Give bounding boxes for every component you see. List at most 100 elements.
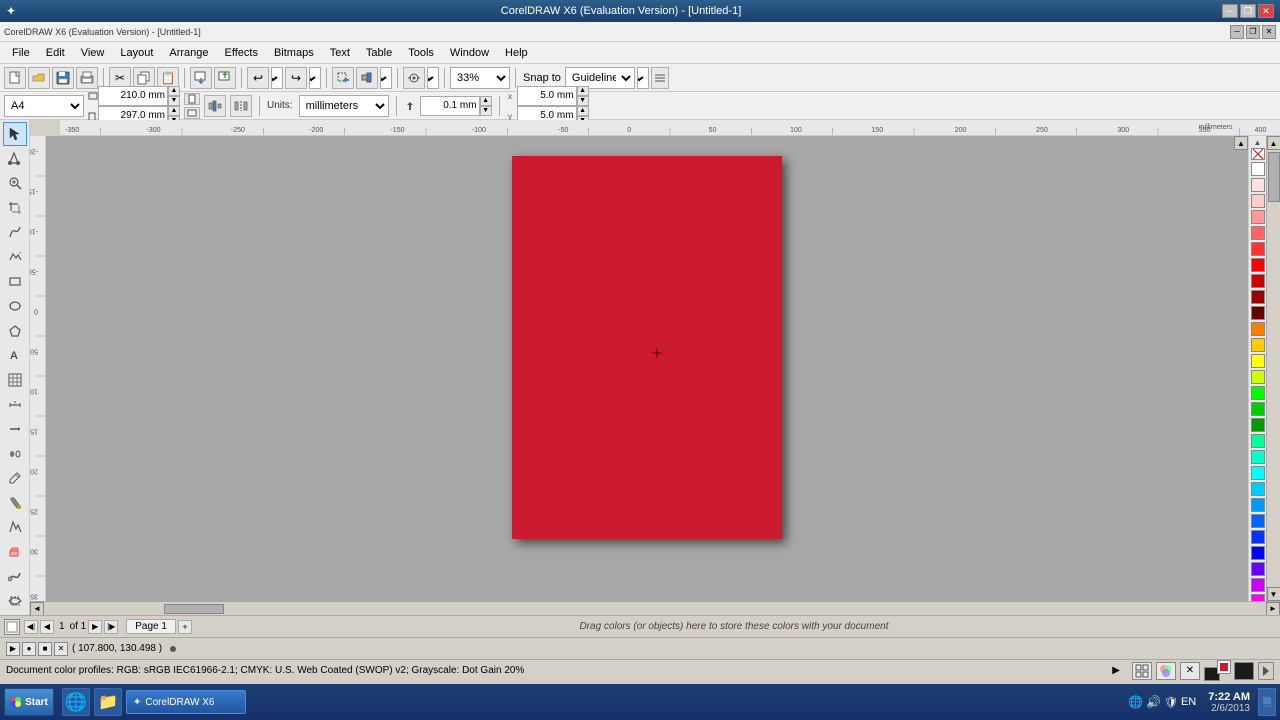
view-options[interactable] [651,67,669,89]
page-tab[interactable]: Page 1 [126,619,176,634]
menu-view[interactable]: View [73,45,113,61]
menu-window[interactable]: Window [442,45,497,61]
tray-icon-4[interactable]: EN [1181,696,1196,708]
last-page-btn[interactable]: |▶ [104,620,118,634]
smear-tool-btn[interactable] [3,565,27,589]
color-swatch-8[interactable] [1251,306,1265,320]
color-swatch-21[interactable] [1251,514,1265,528]
palette-scroll-up[interactable]: ▲ [1249,138,1266,147]
smart-tool-btn[interactable] [3,245,27,269]
menu-arrange[interactable]: Arrange [161,45,216,61]
transform-button[interactable] [332,67,354,89]
color-swatch-11[interactable] [1251,354,1265,368]
crop-tool-btn[interactable] [3,196,27,220]
shape-tool-btn[interactable] [3,147,27,171]
ie-taskbar-btn[interactable]: 🌐 [62,688,90,716]
prev-page-btn[interactable]: ◀ [40,620,54,634]
open-button[interactable] [28,67,50,89]
units-select[interactable]: millimeters [299,95,389,117]
connector-tool-btn[interactable] [3,417,27,441]
color-swatch-10[interactable] [1251,338,1265,352]
landscape-button[interactable] [184,107,200,119]
color-swatch-4[interactable] [1251,242,1265,256]
eraser-tool-btn[interactable] [3,540,27,564]
scroll-up-button[interactable]: ▲ [1267,136,1280,150]
grid-btn[interactable] [1132,662,1152,680]
color-swatch-25[interactable] [1251,578,1265,592]
h-scroll-track[interactable] [44,602,1266,615]
minimize-button[interactable]: ─ [1222,4,1238,18]
menu-edit[interactable]: Edit [38,45,73,61]
stop-btn[interactable]: ■ [38,642,52,656]
tray-icon-3[interactable]: 🛡 [1164,696,1178,709]
scroll-up-btn[interactable]: ▲ [1234,136,1248,150]
color-swatch-22[interactable] [1251,530,1265,544]
color-swatch-17[interactable] [1251,450,1265,464]
align-button[interactable] [356,67,378,89]
nudge-up[interactable]: ▲ [480,96,492,106]
color-swatch-14[interactable] [1251,402,1265,416]
scroll-thumb-v[interactable] [1268,152,1280,202]
snap-dropdown[interactable] [427,67,439,89]
menu-help[interactable]: Help [497,45,536,61]
current-outline-swatch[interactable] [1218,661,1230,673]
coreldraw-taskbar-btn[interactable]: ✦ CorelDRAW X6 [126,690,246,714]
height-up[interactable]: ▲ [168,106,180,116]
pick-tool-btn[interactable] [3,122,27,146]
undo-button[interactable]: ↩ [247,67,269,89]
x-coord-input[interactable] [517,86,577,106]
black-swatch[interactable] [1234,662,1254,680]
tray-icon-1[interactable]: 🌐 [1128,695,1143,709]
export-button[interactable] [214,67,236,89]
start-button[interactable]: Start [4,688,54,716]
color-swatch-6[interactable] [1251,274,1265,288]
polygon-tool-btn[interactable] [3,319,27,343]
color-swatch-23[interactable] [1251,546,1265,560]
nudge-down[interactable]: ▼ [480,106,492,116]
snap-button[interactable] [403,67,425,89]
color-swatch-15[interactable] [1251,418,1265,432]
new-button[interactable] [4,67,26,89]
close-button[interactable]: ✕ [1258,4,1274,18]
show-desktop-btn[interactable] [1258,688,1276,716]
expand-icon[interactable]: ▶ [1112,665,1120,676]
color-swatch-13[interactable] [1251,386,1265,400]
fill-tool-btn[interactable] [3,491,27,515]
freehand-tool-btn[interactable] [3,220,27,244]
outline-tool-btn[interactable] [3,516,27,540]
color-swatch-26[interactable] [1251,594,1265,601]
align-dropdown[interactable] [380,67,392,89]
rect-tool-btn[interactable] [3,270,27,294]
x-close-proof[interactable]: ✕ [1180,662,1200,680]
zoom-tool-btn[interactable] [3,171,27,195]
color-swatch-3[interactable] [1251,226,1265,240]
tray-icon-2[interactable]: 🔊 [1146,695,1161,709]
close-macro-btn[interactable]: ✕ [54,642,68,656]
menu-effects[interactable]: Effects [217,45,266,61]
explorer-taskbar-btn[interactable]: 📁 [94,688,122,716]
menu-bitmaps[interactable]: Bitmaps [266,45,322,61]
color-swatch-20[interactable] [1251,498,1265,512]
add-page-btn[interactable]: + [178,620,192,634]
no-fill-swatch[interactable] [1251,148,1265,160]
restore-button[interactable]: ❐ [1240,4,1256,18]
scroll-track-v[interactable] [1267,150,1280,587]
expand-panel-btn[interactable] [1258,662,1274,680]
text-tool-btn[interactable]: A [3,343,27,367]
canvas[interactable]: ▲ [46,136,1248,601]
menu-layout[interactable]: Layout [112,45,161,61]
y-up[interactable]: ▲ [577,106,589,116]
snap-options[interactable] [637,67,649,89]
portrait-button[interactable] [184,93,200,105]
h-scroll-thumb[interactable] [164,604,224,614]
nudge-input[interactable] [420,96,480,116]
page-settings-btn[interactable] [4,619,20,635]
color-proof-btn[interactable] [1156,662,1176,680]
color-swatch-24[interactable] [1251,562,1265,576]
color-swatch-19[interactable] [1251,482,1265,496]
table-tool-btn[interactable] [3,368,27,392]
color-swatch-18[interactable] [1251,466,1265,480]
record-btn[interactable]: ● [22,642,36,656]
distribute-button[interactable] [204,95,226,117]
color-swatch-white[interactable] [1251,162,1265,176]
